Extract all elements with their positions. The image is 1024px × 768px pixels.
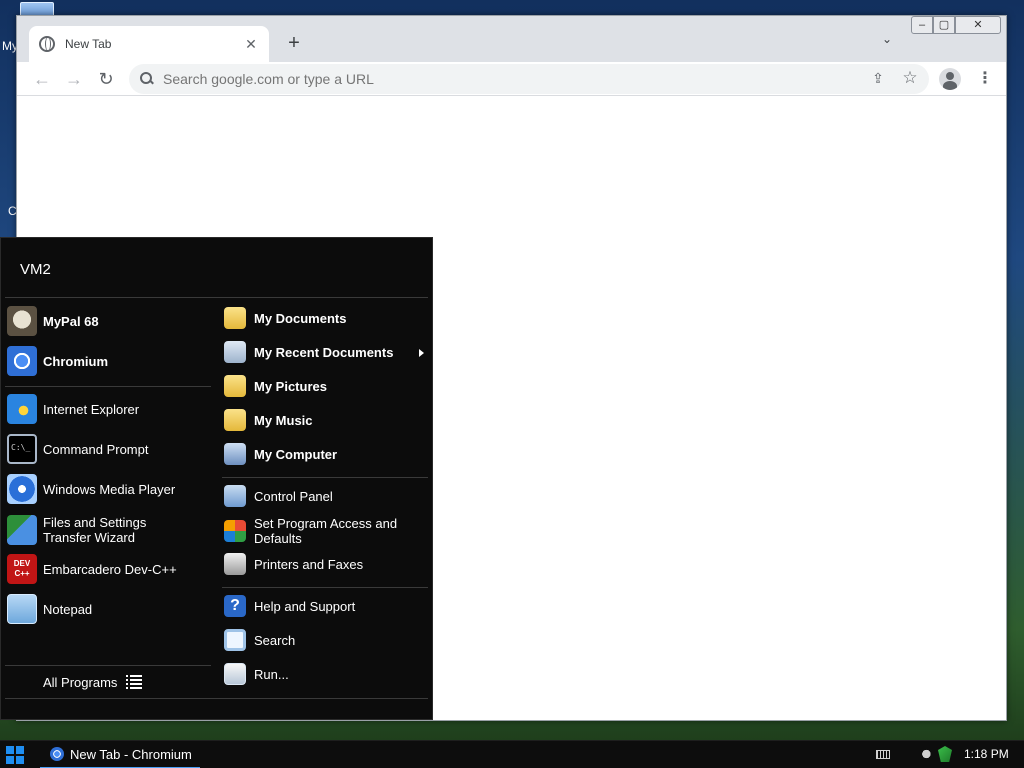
divider [5, 698, 428, 699]
bookmark-star-icon[interactable]: ☆ [901, 68, 919, 87]
divider [5, 297, 428, 298]
control-panel-icon [224, 485, 246, 507]
media-player-icon [7, 474, 37, 504]
start-item-help[interactable]: ? Help and Support [224, 589, 355, 623]
start-item-label: Windows Media Player [43, 481, 176, 497]
documents-folder-icon [224, 307, 246, 329]
start-item-program-defaults[interactable]: Set Program Access and Defaults [224, 514, 424, 548]
back-arrow-icon[interactable]: ← [31, 68, 53, 90]
start-item-my-pictures[interactable]: My Pictures [224, 369, 327, 403]
start-menu: VM2 MyPal 68 Chromium Internet Explorer … [0, 237, 433, 720]
start-item-label: My Recent Documents [254, 344, 394, 360]
new-tab-button[interactable]: + [281, 30, 307, 56]
start-item-label: Help and Support [254, 598, 356, 614]
start-item-chromium[interactable]: Chromium [7, 344, 108, 378]
start-item-label: My Computer [254, 446, 338, 462]
start-item-command-prompt[interactable]: C:\_ Command Prompt [7, 432, 148, 466]
all-programs-button[interactable]: All Programs [43, 665, 117, 699]
taskbar-item-label: New Tab - Chromium [70, 746, 192, 762]
start-item-label: Embarcadero Dev-C++ [43, 561, 177, 577]
taskbar-item-chromium[interactable]: New Tab - Chromium [40, 741, 200, 768]
all-programs-label: All Programs [43, 674, 118, 690]
share-icon[interactable]: ⇪ [869, 70, 887, 88]
help-icon: ? [224, 595, 246, 617]
all-programs-list-icon[interactable] [126, 675, 142, 689]
printer-icon [224, 553, 246, 575]
start-item-label: Command Prompt [43, 441, 149, 457]
menu-kebab-icon[interactable]: ⋮ [977, 68, 993, 90]
chromium-icon [50, 747, 64, 761]
start-item-label: Set Program Access and Defaults [254, 516, 398, 546]
tab-close-icon[interactable]: ✕ [243, 36, 259, 53]
browser-toolbar: ← → ↻ ⇪ ☆ ⋮ [17, 62, 1006, 96]
minimize-button[interactable]: ‒ [911, 16, 933, 34]
start-item-my-documents[interactable]: My Documents [224, 301, 346, 335]
recent-documents-icon [224, 341, 246, 363]
search-icon [139, 71, 155, 87]
security-shield-icon[interactable] [938, 746, 952, 762]
network-icon[interactable] [920, 747, 936, 761]
transfer-wizard-icon [7, 515, 37, 545]
command-prompt-icon: C:\_ [7, 434, 37, 464]
user-name: VM2 [20, 261, 51, 278]
start-item-notepad[interactable]: Notepad [7, 592, 92, 626]
start-item-mypal[interactable]: MyPal 68 [7, 304, 99, 338]
start-item-label: Printers and Faxes [254, 556, 364, 572]
start-item-my-music[interactable]: My Music [224, 403, 313, 437]
start-item-my-computer[interactable]: My Computer [224, 437, 337, 471]
start-item-label: My Music [254, 412, 313, 428]
tab-title: New Tab [65, 37, 112, 51]
start-windows-icon[interactable] [6, 746, 24, 764]
program-defaults-icon [224, 520, 246, 542]
start-item-recent-documents[interactable]: My Recent Documents [224, 335, 393, 369]
start-item-label: Files and Settings Transfer Wizard [43, 515, 147, 545]
devcpp-icon: DEV C++ [7, 554, 37, 584]
start-item-label: Notepad [43, 601, 93, 617]
divider [222, 477, 428, 478]
start-item-label: My Documents [254, 310, 347, 326]
start-item-printers[interactable]: Printers and Faxes [224, 547, 363, 581]
start-item-search[interactable]: Search [224, 623, 295, 657]
search-icon [224, 629, 246, 651]
chromium-icon [7, 346, 37, 376]
start-item-label: Internet Explorer [43, 401, 140, 417]
start-item-internet-explorer[interactable]: Internet Explorer [7, 392, 139, 426]
taskbar: New Tab - Chromium 1:18 PM [0, 740, 1024, 768]
music-folder-icon [224, 409, 246, 431]
address-bar-input[interactable] [163, 71, 763, 87]
pictures-folder-icon [224, 375, 246, 397]
clock[interactable]: 1:18 PM [964, 747, 1009, 761]
reload-icon[interactable]: ↻ [95, 68, 117, 90]
profile-avatar-icon[interactable] [939, 68, 961, 90]
notepad-icon [7, 594, 37, 624]
divider [5, 386, 211, 387]
close-button[interactable]: ✕ [955, 16, 1001, 34]
start-item-label: Chromium [43, 353, 108, 369]
tab-search-chevron-icon[interactable]: ⌄ [877, 32, 897, 46]
divider [222, 587, 428, 588]
run-icon [224, 663, 246, 685]
forward-arrow-icon[interactable]: → [63, 68, 85, 90]
tab-strip: New Tab ✕ + ⌄ ‒ ▢ ✕ [17, 16, 1006, 62]
mypal-icon [7, 306, 37, 336]
internet-explorer-icon [7, 394, 37, 424]
computer-icon [224, 443, 246, 465]
start-item-transfer-wizard[interactable]: Files and Settings Transfer Wizard [7, 513, 197, 547]
start-item-control-panel[interactable]: Control Panel [224, 479, 333, 513]
submenu-arrow-icon [419, 349, 424, 357]
start-item-label: Control Panel [254, 488, 333, 504]
tab-new-tab[interactable]: New Tab ✕ [29, 26, 269, 62]
start-item-label: Search [254, 632, 296, 648]
start-item-devcpp[interactable]: DEV C++ Embarcadero Dev-C++ [7, 552, 177, 586]
start-item-label: My Pictures [254, 378, 327, 394]
start-item-label: Run... [254, 666, 289, 682]
omnibox[interactable] [129, 64, 929, 94]
keyboard-icon[interactable] [876, 750, 890, 759]
start-item-label: MyPal 68 [43, 313, 99, 329]
maximize-button[interactable]: ▢ [933, 16, 955, 34]
globe-icon [39, 36, 55, 52]
start-item-media-player[interactable]: Windows Media Player [7, 472, 175, 506]
start-item-run[interactable]: Run... [224, 657, 289, 691]
